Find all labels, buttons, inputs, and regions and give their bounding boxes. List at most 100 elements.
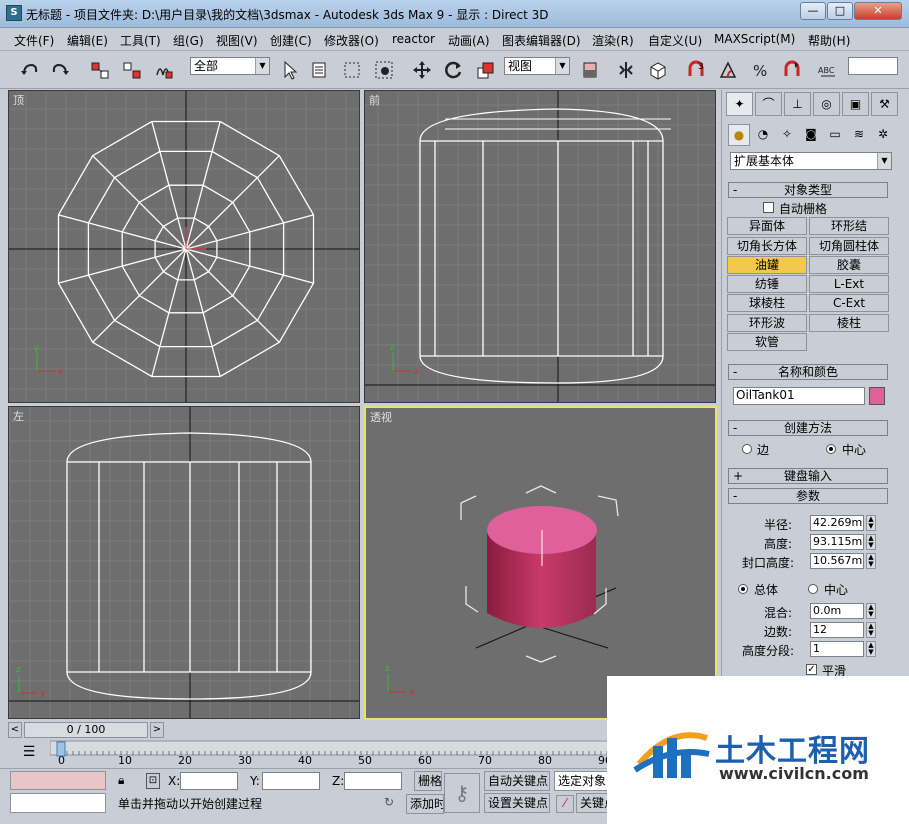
systems-icon[interactable]: ✲ xyxy=(872,124,894,146)
obj-btn-hedra[interactable]: 异面体 xyxy=(727,217,807,235)
menu-customize[interactable]: 自定义(U) xyxy=(648,32,702,49)
window-crossing-icon[interactable] xyxy=(372,58,396,82)
obj-btn-lext[interactable]: L-Ext xyxy=(809,275,889,293)
obj-btn-gengon[interactable]: 球棱柱 xyxy=(727,294,807,312)
modify-tab-icon[interactable]: ⌒ xyxy=(755,92,782,116)
menu-file[interactable]: 文件(F) xyxy=(14,32,54,49)
z-coord-input[interactable] xyxy=(344,772,402,790)
select-by-name-icon[interactable] xyxy=(308,58,332,82)
object-name-input[interactable]: OilTank01 xyxy=(733,387,865,405)
unlink-icon[interactable] xyxy=(120,58,144,82)
pivot-icon[interactable] xyxy=(578,58,602,82)
pointer-icon[interactable]: ↻ xyxy=(384,795,398,813)
viewport-label-perspective[interactable]: 透视 xyxy=(370,409,392,425)
hierarchy-tab-icon[interactable]: ⊥ xyxy=(784,92,811,116)
bind-spacewarp-icon[interactable] xyxy=(152,58,176,82)
rollout-name-color[interactable]: - 名称和颜色 xyxy=(728,364,888,380)
spinner-snap-icon[interactable] xyxy=(780,58,804,82)
radius-spinner[interactable]: ▲ ▼ xyxy=(866,515,876,531)
obj-btn-prism[interactable]: 棱柱 xyxy=(809,314,889,332)
align-icon[interactable] xyxy=(646,58,670,82)
mirror-icon[interactable] xyxy=(614,58,638,82)
obj-btn-chamferbox[interactable]: 切角长方体 xyxy=(727,237,807,255)
rollout-keyboard-entry[interactable]: + 键盘输入 xyxy=(728,468,888,484)
viewport-label-front[interactable]: 前 xyxy=(369,92,380,108)
maxscript-listener-white[interactable] xyxy=(10,793,106,813)
obj-btn-chamfercyl[interactable]: 切角圆柱体 xyxy=(809,237,889,255)
height-segs-spinner[interactable]: ▲ ▼ xyxy=(866,641,876,657)
prev-frame-button[interactable]: < xyxy=(8,722,22,738)
rotate-icon[interactable] xyxy=(442,58,466,82)
obj-btn-torusknot[interactable]: 环形结 xyxy=(809,217,889,235)
viewport-top[interactable]: xy 顶 xyxy=(8,90,360,403)
shapes-icon[interactable]: ◔ xyxy=(752,124,774,146)
percent-snap-icon[interactable]: % xyxy=(748,58,772,82)
viewport-left[interactable]: yz 左 xyxy=(8,406,360,719)
grid-button[interactable]: 栅格 xyxy=(414,771,442,791)
select-object-icon[interactable] xyxy=(278,58,302,82)
creation-center-radio[interactable] xyxy=(826,444,836,454)
time-slider-thumb[interactable]: 0 / 100 xyxy=(24,722,148,738)
obj-btn-capsule[interactable]: 胶囊 xyxy=(809,256,889,274)
set-key-icon[interactable]: ⚷ xyxy=(444,773,480,813)
viewport-front[interactable]: xz 前 xyxy=(364,90,716,403)
helpers-icon[interactable]: ▭ xyxy=(824,124,846,146)
key-filter-dropdown[interactable]: 选定对象 xyxy=(554,771,614,791)
radius-input[interactable]: 42.269m xyxy=(810,515,864,531)
app-logo-icon[interactable]: S xyxy=(6,5,22,21)
menu-reactor[interactable]: reactor xyxy=(392,32,435,46)
obj-btn-cext[interactable]: C-Ext xyxy=(809,294,889,312)
sides-input[interactable]: 12 xyxy=(810,622,864,638)
undo-icon[interactable] xyxy=(18,58,42,82)
menu-rendering[interactable]: 渲染(R) xyxy=(592,32,634,49)
scale-icon[interactable] xyxy=(474,58,498,82)
maxscript-listener-pink[interactable] xyxy=(10,771,106,790)
spacewarps-icon[interactable]: ≋ xyxy=(848,124,870,146)
menu-modifiers[interactable]: 修改器(O) xyxy=(324,32,379,49)
setkey-button[interactable]: 设置关键点 xyxy=(484,793,550,813)
add-time-tag-button[interactable]: 添加时 xyxy=(406,794,444,814)
cap-height-input[interactable]: 10.567m xyxy=(810,553,864,569)
selection-filter-dropdown[interactable]: 全部 ▼ xyxy=(190,57,270,75)
move-icon[interactable] xyxy=(410,58,434,82)
overall-radio[interactable] xyxy=(738,584,748,594)
close-button[interactable]: ✕ xyxy=(854,2,902,20)
motion-tab-icon[interactable]: ◎ xyxy=(813,92,840,116)
height-spinner[interactable]: ▲ ▼ xyxy=(866,534,876,550)
menu-help[interactable]: 帮助(H) xyxy=(808,32,850,49)
geometry-icon[interactable]: ● xyxy=(728,124,750,146)
height-segs-input[interactable]: 1 xyxy=(810,641,864,657)
menu-create[interactable]: 创建(C) xyxy=(270,32,312,49)
next-frame-button[interactable]: > xyxy=(150,722,164,738)
display-tab-icon[interactable]: ▣ xyxy=(842,92,869,116)
trackbar-menu-icon[interactable]: ☰ xyxy=(18,744,40,764)
viewport-label-left[interactable]: 左 xyxy=(13,408,24,424)
smooth-checkbox[interactable]: ✓ xyxy=(806,664,817,675)
minimize-button[interactable]: — xyxy=(800,2,826,20)
obj-btn-oiltank[interactable]: 油罐 xyxy=(727,256,807,274)
blend-input[interactable]: 0.0m xyxy=(810,603,864,619)
centers-radio[interactable] xyxy=(808,584,818,594)
menu-group[interactable]: 组(G) xyxy=(173,32,204,49)
ref-coord-dropdown[interactable]: 视图 ▼ xyxy=(504,57,570,75)
utilities-tab-icon[interactable]: ⚒ xyxy=(871,92,898,116)
cameras-icon[interactable]: ◙ xyxy=(800,124,822,146)
named-selection-set-input[interactable] xyxy=(848,57,898,75)
rect-region-icon[interactable] xyxy=(340,58,364,82)
x-coord-input[interactable] xyxy=(180,772,238,790)
snap-3-icon[interactable]: 3 xyxy=(684,58,708,82)
lock-icon[interactable]: 🔒︎ xyxy=(118,773,132,789)
angle-snap-icon[interactable] xyxy=(716,58,740,82)
obj-btn-hose[interactable]: 软管 xyxy=(727,333,807,351)
viewport-perspective[interactable]: xz 透视 xyxy=(364,406,717,720)
autogrid-checkbox[interactable] xyxy=(763,202,774,213)
cap-height-spinner[interactable]: ▲ ▼ xyxy=(866,553,876,569)
select-link-icon[interactable] xyxy=(88,58,112,82)
viewport-label-top[interactable]: 顶 xyxy=(13,92,24,108)
blend-spinner[interactable]: ▲ ▼ xyxy=(866,603,876,619)
sides-spinner[interactable]: ▲ ▼ xyxy=(866,622,876,638)
named-selection-icon[interactable]: ABC xyxy=(816,58,840,82)
menu-maxscript[interactable]: MAXScript(M) xyxy=(714,32,795,46)
y-coord-input[interactable] xyxy=(262,772,320,790)
lights-icon[interactable]: ✧ xyxy=(776,124,798,146)
